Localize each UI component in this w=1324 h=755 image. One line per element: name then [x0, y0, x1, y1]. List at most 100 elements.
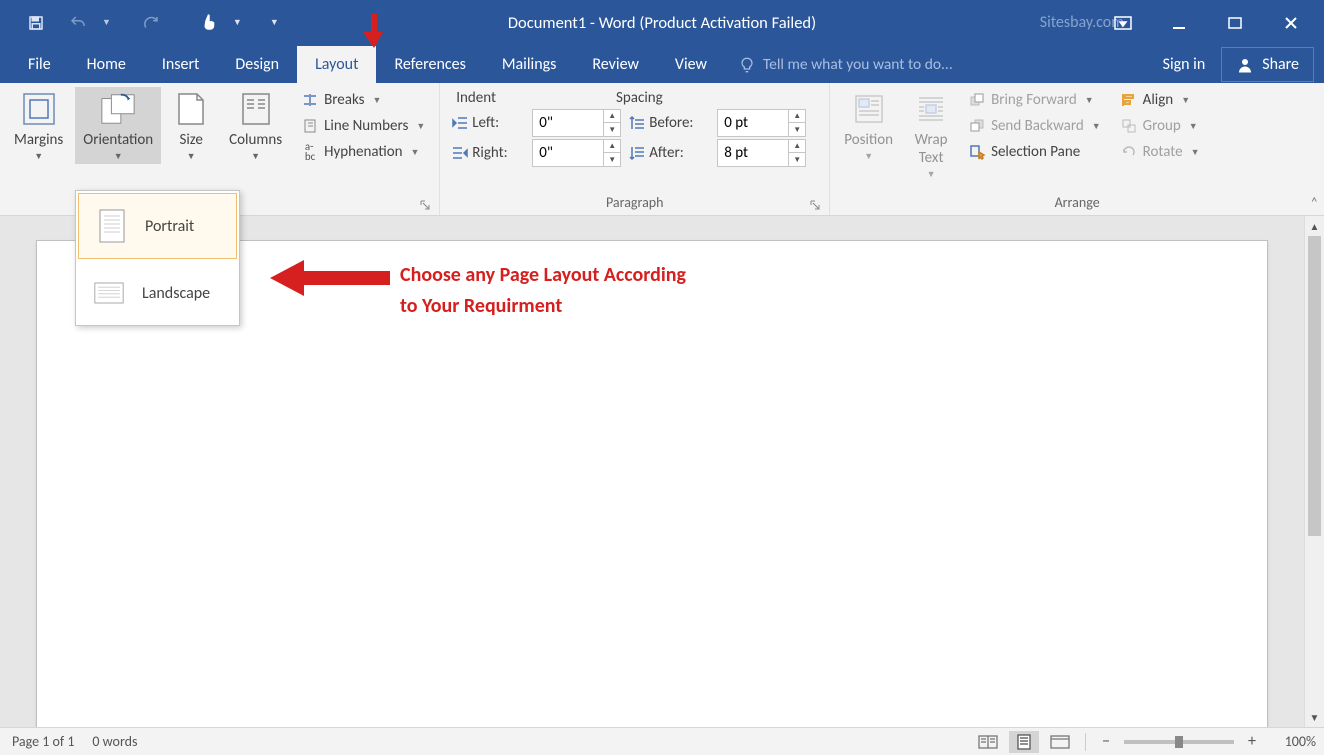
window-title: Document1 - Word (Product Activation Fai…	[508, 13, 816, 33]
tab-layout[interactable]: Layout	[297, 46, 376, 83]
selection-pane-icon	[969, 144, 985, 160]
align-button[interactable]: Align▼	[1117, 89, 1204, 111]
print-layout-button[interactable]	[1009, 731, 1039, 753]
ribbon-display-button[interactable]	[1100, 8, 1146, 38]
indent-right-input[interactable]: ▲▼	[532, 139, 621, 167]
page-indicator[interactable]: Page 1 of 1	[12, 733, 74, 750]
zoom-slider[interactable]: − +	[1096, 732, 1262, 752]
touch-dropdown[interactable]: ▼	[233, 17, 242, 28]
minimize-button[interactable]	[1156, 8, 1202, 38]
group-arrange-label: Arrange	[1055, 194, 1100, 211]
wrap-text-button[interactable]: WrapText ▼	[905, 87, 957, 182]
rotate-icon	[1121, 144, 1137, 160]
read-mode-button[interactable]	[973, 731, 1003, 753]
vertical-scrollbar[interactable]: ▲ ▼	[1304, 216, 1324, 727]
tab-references[interactable]: References	[376, 46, 483, 83]
spacing-before-input[interactable]: ▲▼	[717, 109, 806, 137]
collapse-ribbon-button[interactable]: ˄	[1310, 194, 1318, 211]
tab-mailings[interactable]: Mailings	[484, 46, 575, 83]
rotate-button[interactable]: Rotate▼	[1117, 141, 1204, 163]
group-button[interactable]: Group▼	[1117, 115, 1204, 137]
spin-up[interactable]: ▲	[789, 110, 805, 123]
indent-left-input[interactable]: ▲▼	[532, 109, 621, 137]
tab-file[interactable]: File	[10, 46, 69, 83]
zoom-thumb[interactable]	[1175, 736, 1183, 748]
wrap-text-icon	[913, 91, 949, 127]
orientation-button[interactable]: Orientation ▼	[75, 87, 161, 164]
spacing-header: Spacing	[616, 89, 663, 107]
sign-in-link[interactable]: Sign in	[1147, 46, 1222, 83]
indent-left-label: Left:	[452, 114, 524, 132]
tab-insert[interactable]: Insert	[144, 46, 218, 83]
qat-customize[interactable]: ▼	[264, 11, 285, 34]
share-icon	[1236, 56, 1254, 74]
bring-forward-icon	[969, 92, 985, 108]
touch-mode-button[interactable]	[191, 8, 227, 38]
group-arrange: Position ▼ WrapText ▼ Bring Forward▼ Sen…	[830, 83, 1324, 215]
tell-me-placeholder: Tell me what you want to do...	[763, 55, 953, 74]
spacing-after-input[interactable]: ▲▼	[717, 139, 806, 167]
tab-review[interactable]: Review	[574, 46, 657, 83]
spacing-after-label: After:	[629, 144, 709, 162]
statusbar: Page 1 of 1 0 words − + 100%	[0, 727, 1324, 755]
breaks-icon	[302, 92, 318, 108]
send-backward-icon	[969, 118, 985, 134]
scroll-up-button[interactable]: ▲	[1305, 216, 1324, 236]
orientation-landscape-item[interactable]: Landscape	[76, 261, 239, 325]
paragraph-launcher[interactable]	[809, 199, 821, 211]
hyphenation-button[interactable]: a-bc Hyphenation▼	[298, 141, 429, 163]
close-button[interactable]	[1268, 8, 1314, 38]
tell-me-search[interactable]: Tell me what you want to do...	[725, 55, 967, 83]
zoom-percent[interactable]: 100%	[1268, 733, 1316, 750]
indent-header: Indent	[456, 89, 496, 107]
scroll-down-button[interactable]: ▼	[1305, 707, 1324, 727]
orientation-portrait-item[interactable]: Portrait	[78, 193, 237, 259]
annotation-arrow-down-icon	[363, 14, 385, 48]
window-controls	[1100, 8, 1324, 38]
zoom-track[interactable]	[1124, 740, 1234, 744]
save-button[interactable]	[18, 8, 54, 38]
size-button[interactable]: Size ▼	[165, 87, 217, 164]
portrait-icon	[97, 208, 127, 244]
position-button[interactable]: Position ▼	[836, 87, 901, 164]
spin-up[interactable]: ▲	[789, 140, 805, 153]
web-layout-button[interactable]	[1045, 731, 1075, 753]
selection-pane-button[interactable]: Selection Pane	[965, 141, 1105, 163]
zoom-out-button[interactable]: −	[1096, 732, 1116, 752]
tab-design[interactable]: Design	[217, 46, 297, 83]
columns-icon	[238, 91, 274, 127]
columns-button[interactable]: Columns ▼	[221, 87, 290, 164]
hyphenation-icon: a-bc	[302, 144, 318, 160]
zoom-in-button[interactable]: +	[1242, 732, 1262, 752]
align-icon	[1121, 92, 1137, 108]
share-button[interactable]: Share	[1221, 47, 1314, 82]
spin-down[interactable]: ▼	[789, 123, 805, 136]
send-backward-button[interactable]: Send Backward▼	[965, 115, 1105, 137]
undo-button[interactable]	[60, 8, 96, 38]
position-icon	[851, 91, 887, 127]
spin-up[interactable]: ▲	[604, 140, 620, 153]
tab-home[interactable]: Home	[69, 46, 144, 83]
indent-right-icon	[452, 146, 468, 160]
breaks-button[interactable]: Breaks▼	[298, 89, 429, 111]
bring-forward-button[interactable]: Bring Forward▼	[965, 89, 1105, 111]
spin-down[interactable]: ▼	[604, 153, 620, 166]
undo-dropdown[interactable]: ▼	[102, 17, 111, 28]
redo-button[interactable]	[133, 8, 169, 38]
margins-button[interactable]: Margins ▼	[6, 87, 71, 164]
indent-right-label: Right:	[452, 144, 524, 162]
spin-down[interactable]: ▼	[604, 123, 620, 136]
spacing-before-label: Before:	[629, 114, 709, 132]
spacing-before-icon	[629, 116, 645, 130]
word-count[interactable]: 0 words	[92, 733, 137, 750]
maximize-button[interactable]	[1212, 8, 1258, 38]
scroll-thumb[interactable]	[1308, 236, 1321, 536]
line-numbers-button[interactable]: Line Numbers▼	[298, 115, 429, 137]
titlebar: ▼ ▼ ▼ Document1 - Word (Product Activati…	[0, 0, 1324, 45]
tab-view[interactable]: View	[657, 46, 725, 83]
line-numbers-icon	[302, 118, 318, 134]
spin-up[interactable]: ▲	[604, 110, 620, 123]
landscape-icon	[94, 275, 124, 311]
spin-down[interactable]: ▼	[789, 153, 805, 166]
page-setup-launcher[interactable]	[419, 199, 431, 211]
